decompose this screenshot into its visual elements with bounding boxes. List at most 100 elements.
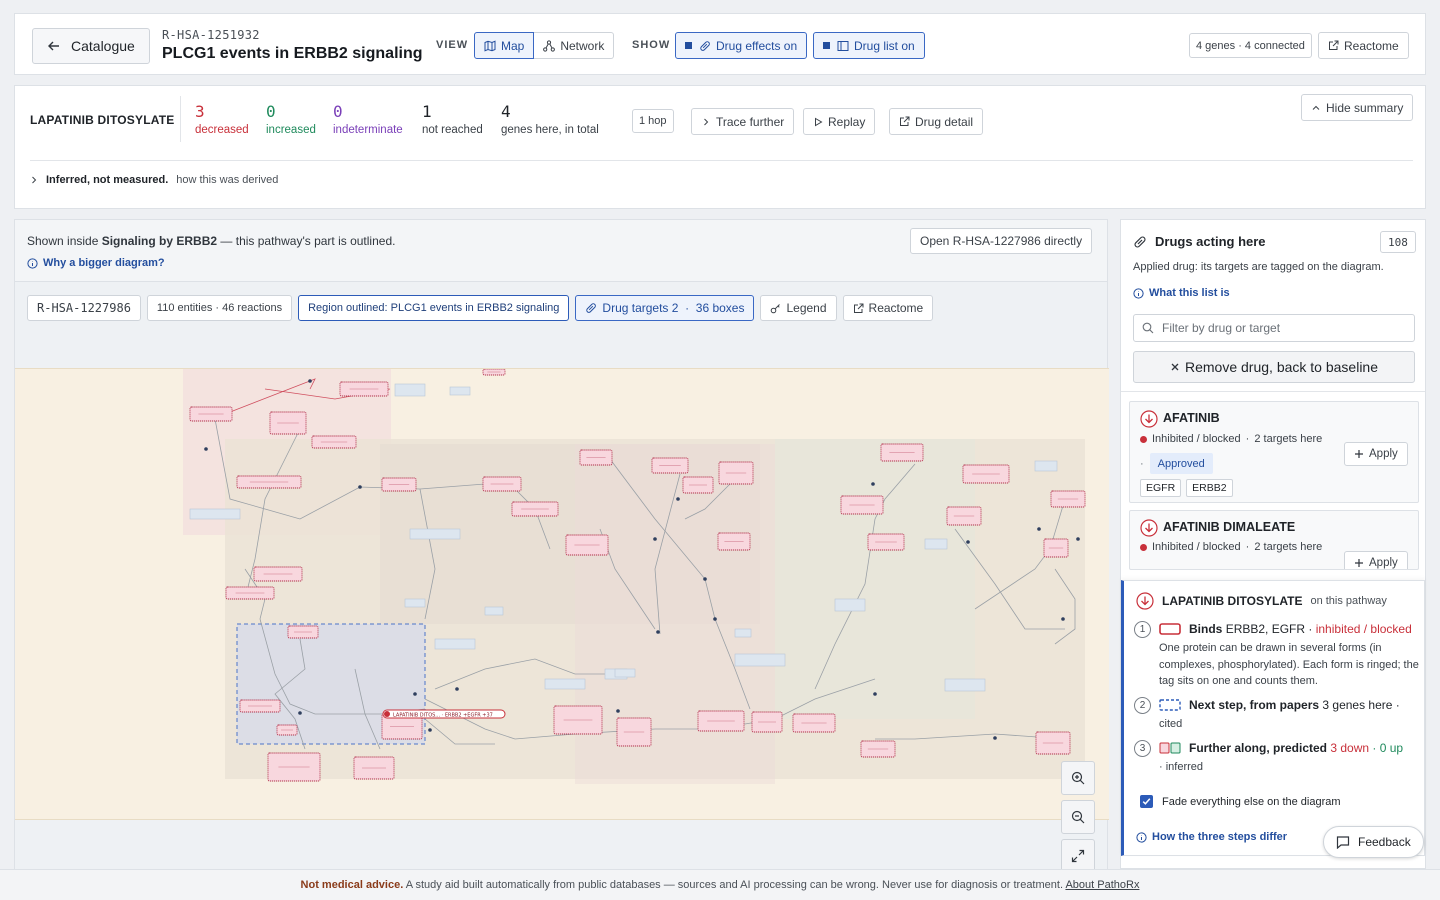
drug-filter-field[interactable]	[1133, 314, 1415, 342]
reactome-link[interactable]: Reactome	[1318, 32, 1409, 59]
reaction-node[interactable]	[455, 687, 459, 691]
arrow-down-circle-icon	[1136, 592, 1154, 610]
zoom-in-button[interactable]	[1061, 761, 1095, 795]
feedback-button[interactable]: Feedback	[1323, 826, 1424, 858]
divider	[30, 160, 1413, 161]
replay-button[interactable]: Replay	[803, 108, 876, 135]
why-label: Why a bigger diagram?	[43, 257, 165, 269]
drug-name: AFATINIB	[1163, 411, 1220, 425]
region-outlined-badge[interactable]: Region outlined: PLCG1 events in ERBB2 s…	[298, 295, 570, 321]
reaction-node[interactable]	[966, 540, 970, 544]
pathway-diagram-svg[interactable]: LAPATINIB DITOS... · ERBB2 +EGFR +37	[15, 369, 1109, 820]
callout-dot	[384, 711, 390, 717]
reaction-node[interactable]	[1037, 527, 1041, 531]
reaction-node[interactable]	[871, 482, 875, 486]
step-title: Next step, from papers 3 genes here ·	[1189, 697, 1400, 714]
faded-entity[interactable]	[409, 528, 461, 540]
pathway-diagram-canvas[interactable]: LAPATINIB DITOS... · ERBB2 +EGFR +37	[15, 368, 1109, 820]
view-network-button[interactable]: Network	[534, 32, 615, 59]
faded-entity[interactable]	[394, 383, 426, 397]
step-next: 2 Next step, from papers 3 genes here · …	[1134, 697, 1419, 737]
lapatinib-target-callout[interactable]: LAPATINIB DITOS... · ERBB2 +EGFR +37	[382, 709, 506, 719]
reaction-node[interactable]	[298, 711, 302, 715]
drug-item[interactable]: AFATINIB DIMALEATE Inhibited / blocked ·…	[1129, 510, 1419, 570]
apply-drug-button[interactable]: Apply	[1344, 442, 1408, 466]
faded-entity[interactable]	[734, 653, 786, 667]
faded-entity[interactable]	[944, 678, 986, 692]
separator: ·	[1245, 433, 1250, 445]
faded-entity[interactable]	[924, 538, 948, 550]
fade-toggle[interactable]: Fade everything else on the diagram	[1140, 795, 1341, 808]
drug-targets-button[interactable]: Drug targets 2 · 36 boxes	[575, 295, 755, 321]
faded-entity[interactable]	[484, 606, 504, 616]
legend-button[interactable]: Legend	[760, 295, 837, 321]
inferred-disclosure[interactable]: Inferred, not measured. how this was der…	[30, 174, 278, 186]
reaction-node[interactable]	[703, 577, 707, 581]
reaction-node[interactable]	[308, 379, 312, 383]
reaction-node[interactable]	[656, 630, 660, 634]
reaction-node[interactable]	[1061, 617, 1065, 621]
reaction-node[interactable]	[713, 617, 717, 621]
reaction-node[interactable]	[428, 728, 432, 732]
step-genes: ERBB2, EGFR ·	[1225, 622, 1313, 636]
pathway-id: R-HSA-1251932	[162, 28, 260, 42]
fade-checkbox[interactable]	[1140, 795, 1153, 808]
diagram-reactome-link[interactable]: Reactome	[842, 295, 934, 321]
chevron-right-icon	[701, 117, 711, 127]
fullscreen-button[interactable]	[1061, 839, 1095, 873]
open-pathway-directly-button[interactable]: Open R-HSA-1227986 directly	[910, 228, 1093, 254]
hide-summary-button[interactable]: Hide summary	[1301, 94, 1414, 121]
apply-drug-button[interactable]: Apply	[1344, 551, 1408, 569]
reaction-node[interactable]	[676, 497, 680, 501]
faded-entity[interactable]	[189, 508, 241, 520]
trace-further-button[interactable]: Trace further	[691, 108, 795, 135]
reaction-node[interactable]	[358, 485, 362, 489]
drug-item[interactable]: AFATINIB Inhibited / blocked · 2 targets…	[1129, 401, 1419, 503]
faded-entity[interactable]	[404, 598, 426, 608]
why-bigger-diagram-link[interactable]: Why a bigger diagram?	[27, 257, 165, 269]
reaction-node[interactable]	[413, 692, 417, 696]
reaction-node[interactable]	[993, 736, 997, 740]
faded-entity[interactable]	[1034, 460, 1058, 472]
what-this-list-is-link[interactable]: What this list is	[1133, 287, 1230, 299]
predicted-swatch	[1159, 742, 1181, 754]
drug-effects-toggle[interactable]: Drug effects on	[675, 32, 808, 59]
trace-label: Trace further	[716, 114, 785, 129]
faded-entity[interactable]	[449, 386, 471, 396]
key-icon	[770, 303, 781, 314]
stat-value: 1	[422, 102, 432, 121]
reactome-label: Reactome	[1344, 38, 1399, 53]
inferred-note: Inferred, not measured.	[46, 174, 169, 186]
remove-drug-button[interactable]: Remove drug, back to baseline	[1133, 351, 1415, 383]
faded-entity[interactable]	[544, 678, 586, 690]
reaction-node[interactable]	[204, 447, 208, 451]
drug-detail-button[interactable]: Drug detail	[889, 108, 984, 135]
faded-entity[interactable]	[734, 628, 752, 638]
faded-entity[interactable]	[834, 598, 866, 612]
drug-name: AFATINIB DIMALEATE	[1163, 520, 1296, 534]
how-steps-differ-link[interactable]: How the three steps differ	[1136, 831, 1287, 843]
drug-list-toggle[interactable]: Drug list on	[813, 32, 925, 59]
step-number: 2	[1134, 697, 1151, 714]
diagram-toolbar: R-HSA-1227986 110 entities · 46 reaction…	[27, 295, 934, 321]
reaction-node[interactable]	[1076, 537, 1080, 541]
zoom-out-button[interactable]	[1061, 800, 1095, 834]
reaction-node[interactable]	[616, 709, 620, 713]
diagram-context-bar: Shown inside Signaling by ERBB2 — this p…	[15, 220, 1107, 282]
derivation-link[interactable]: how this was derived	[176, 174, 278, 186]
reaction-node[interactable]	[873, 692, 877, 696]
step-down-count: 3 down	[1330, 741, 1370, 755]
sidebar-panel-icon	[837, 40, 849, 52]
step-effect: inhibited / blocked	[1315, 622, 1412, 636]
hop-depth-badge: 1 hop	[632, 109, 674, 133]
view-map-button[interactable]: Map	[474, 32, 535, 59]
stat-total-genes: 4 genes here, in total	[501, 102, 599, 136]
faded-entity[interactable]	[434, 638, 476, 650]
about-link[interactable]: About PathoRx	[1065, 879, 1139, 891]
faded-entity[interactable]	[614, 668, 636, 678]
stat-label: genes here, in total	[501, 124, 599, 136]
drug-effect-summary: LAPATINIB DITOSYLATE 3 decreased 0 incre…	[14, 85, 1426, 209]
drug-filter-input[interactable]	[1162, 321, 1402, 335]
back-to-catalogue-button[interactable]: Catalogue	[32, 28, 150, 64]
reaction-node[interactable]	[653, 537, 657, 541]
